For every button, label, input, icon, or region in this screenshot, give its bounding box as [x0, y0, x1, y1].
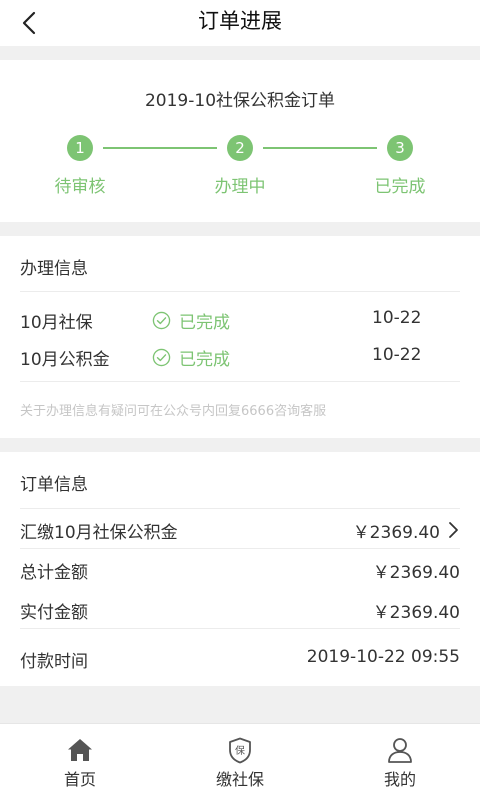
- shield-icon: 保: [226, 736, 254, 764]
- tab-home[interactable]: 首页: [0, 724, 160, 800]
- divider: [20, 381, 460, 382]
- total-amount-value: ￥2369.40: [372, 563, 460, 583]
- divider: [20, 548, 460, 549]
- status-badge: 已完成: [152, 345, 230, 370]
- page-title: 订单进展: [198, 9, 282, 33]
- divider: [20, 628, 460, 629]
- step-3-number: 3: [387, 135, 413, 161]
- status-text: 已完成: [179, 350, 230, 370]
- handle-info-card: 办理信息 10月社保 已完成 10-22 10月公积金 已完成 10-22 关于…: [0, 236, 480, 438]
- shield-glyph: 保: [235, 746, 245, 757]
- status-text: 已完成: [179, 313, 230, 333]
- payment-time-label: 付款时间: [20, 652, 88, 672]
- handle-row-date: 10-22: [372, 308, 422, 328]
- step-2-label: 办理中: [214, 177, 266, 197]
- step-connector-2: [263, 147, 377, 149]
- paid-amount-value: ￥2369.40: [372, 603, 460, 623]
- handle-info-title: 办理信息: [20, 259, 88, 279]
- step-connector-1: [103, 147, 217, 149]
- home-icon: [66, 736, 94, 764]
- tab-mine[interactable]: 我的: [320, 724, 480, 800]
- order-title: 2019-10社保公积金订单: [144, 91, 336, 111]
- tab-home-label: 首页: [63, 770, 96, 789]
- check-circle-icon: [152, 311, 171, 330]
- handle-row-date: 10-22: [372, 345, 422, 365]
- check-circle-icon: [152, 348, 171, 367]
- divider: [20, 508, 460, 509]
- order-info-title: 订单信息: [20, 475, 88, 495]
- step-1-label: 待审核: [54, 177, 106, 197]
- bottom-tab-bar: 首页 保 缴社保 我的: [0, 723, 480, 800]
- app-header: 订单进展: [0, 0, 480, 46]
- user-icon: [386, 736, 414, 764]
- status-badge: 已完成: [152, 308, 230, 333]
- total-amount-label: 总计金额: [20, 563, 88, 583]
- divider: [20, 291, 460, 292]
- step-2-number: 2: [227, 135, 253, 161]
- chevron-right-icon: [449, 522, 458, 538]
- progress-card: 2019-10社保公积金订单 1 2 3 待审核 办理中 已完成: [0, 60, 480, 222]
- handle-row-name: 10月公积金: [20, 350, 110, 370]
- paid-amount-label: 实付金额: [20, 603, 88, 623]
- help-hint: 关于办理信息有疑问可在公众号内回复6666咨询客服: [20, 404, 327, 419]
- step-1-number: 1: [67, 135, 93, 161]
- tab-social-insurance[interactable]: 保 缴社保: [160, 724, 320, 800]
- order-item-amount: ￥2369.40: [352, 523, 440, 543]
- order-info-card: 订单信息 汇缴10月社保公积金 ￥2369.40 总计金额 ￥2369.40 实…: [0, 452, 480, 686]
- tab-mine-label: 我的: [383, 770, 416, 789]
- step-3-label: 已完成: [374, 177, 426, 197]
- payment-time-value: 2019-10-22 09:55: [306, 647, 460, 667]
- tab-social-insurance-label: 缴社保: [215, 770, 264, 789]
- handle-row-name: 10月社保: [20, 313, 93, 333]
- order-item-label: 汇缴10月社保公积金: [20, 523, 178, 543]
